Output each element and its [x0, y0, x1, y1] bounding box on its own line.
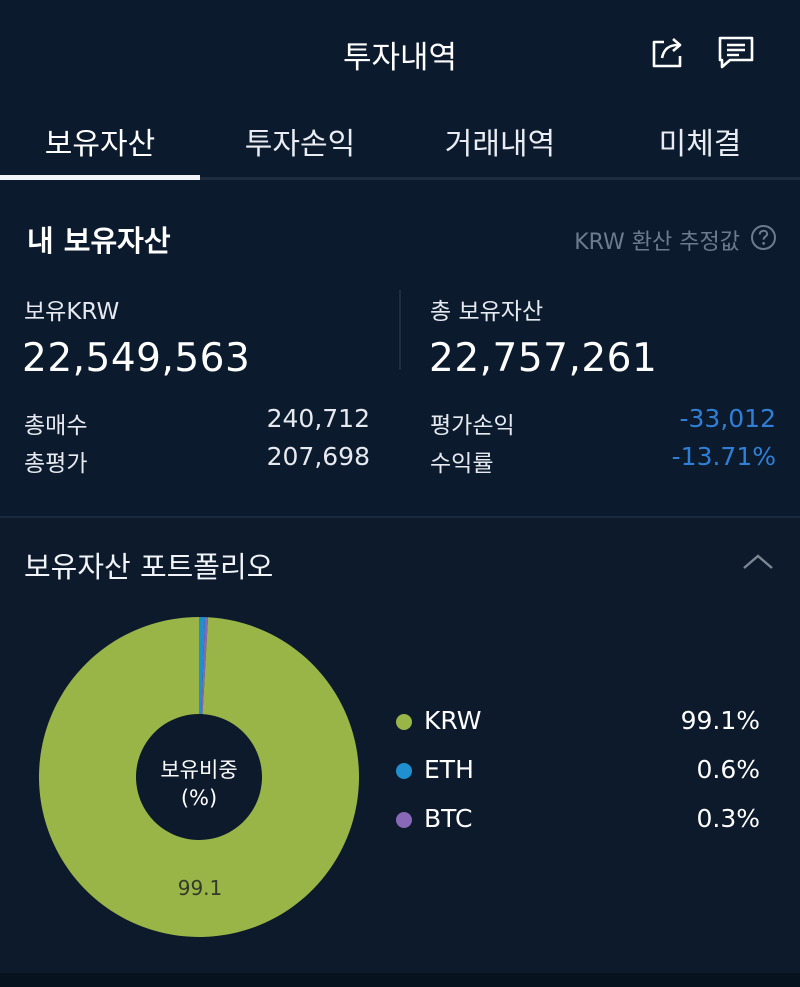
- total-eval-value: 207,698: [266, 442, 370, 471]
- question-circle-icon[interactable]: [750, 224, 777, 251]
- legend-dot-krw: [396, 714, 412, 730]
- legend-name: KRW: [424, 706, 482, 735]
- message-icon[interactable]: [714, 30, 758, 74]
- legend-dot-btc: [396, 812, 412, 828]
- return-rate-label: 수익률: [430, 451, 494, 477]
- eval-pnl-value: -33,012: [679, 404, 777, 433]
- donut-center-line1: 보유비중: [160, 758, 238, 782]
- tab-bar: 보유자산 투자손익 거래내역 미체결: [0, 108, 800, 180]
- legend-value: 0.6%: [696, 755, 760, 784]
- total-assets-value: 22,757,261: [429, 336, 658, 381]
- donut-center-line2: (%): [180, 786, 218, 810]
- tab-open-orders[interactable]: 미체결: [600, 108, 800, 180]
- holdings-title: 내 보유자산: [27, 224, 171, 258]
- krw-value: 22,549,563: [22, 336, 251, 381]
- legend-item-krw: KRW 99.1%: [396, 702, 766, 742]
- share-icon[interactable]: [646, 30, 690, 74]
- legend-item-btc: BTC 0.3%: [396, 800, 766, 840]
- tab-holdings[interactable]: 보유자산: [0, 108, 200, 180]
- column-divider: [399, 290, 401, 370]
- app-header: 투자내역: [0, 0, 800, 108]
- total-buy-label: 총매수: [24, 413, 88, 439]
- tab-trade-history[interactable]: 거래내역: [400, 108, 600, 180]
- portfolio-section: 보유자산 포트폴리오 보유비중 (%) 99.1 KRW 99.1% ETH 0…: [0, 518, 800, 973]
- krw-estimate-note: KRW 환산 추정값: [574, 230, 740, 255]
- donut-center-label: 보유비중 (%): [138, 756, 260, 812]
- return-rate-value: -13.71%: [671, 442, 776, 471]
- legend-item-eth: ETH 0.6%: [396, 751, 766, 791]
- legend-value: 99.1%: [680, 706, 760, 735]
- legend-name: BTC: [424, 804, 473, 833]
- total-buy-value: 240,712: [266, 404, 370, 433]
- chevron-up-icon[interactable]: [738, 550, 778, 574]
- portfolio-title: 보유자산 포트폴리오: [24, 550, 274, 584]
- krw-label: 보유KRW: [24, 299, 120, 325]
- legend-value: 0.3%: [696, 804, 760, 833]
- slice-value-label: 99.1: [177, 876, 223, 900]
- total-eval-label: 총평가: [24, 451, 88, 477]
- tab-investment-pnl[interactable]: 투자손익: [200, 108, 400, 180]
- bottom-strip: [0, 973, 800, 987]
- eval-pnl-label: 평가손익: [430, 413, 515, 439]
- legend-name: ETH: [424, 755, 474, 784]
- legend-dot-eth: [396, 763, 412, 779]
- total-assets-label: 총 보유자산: [430, 299, 544, 325]
- holdings-summary: 내 보유자산 KRW 환산 추정값 보유KRW 22,549,563 총 보유자…: [0, 180, 800, 516]
